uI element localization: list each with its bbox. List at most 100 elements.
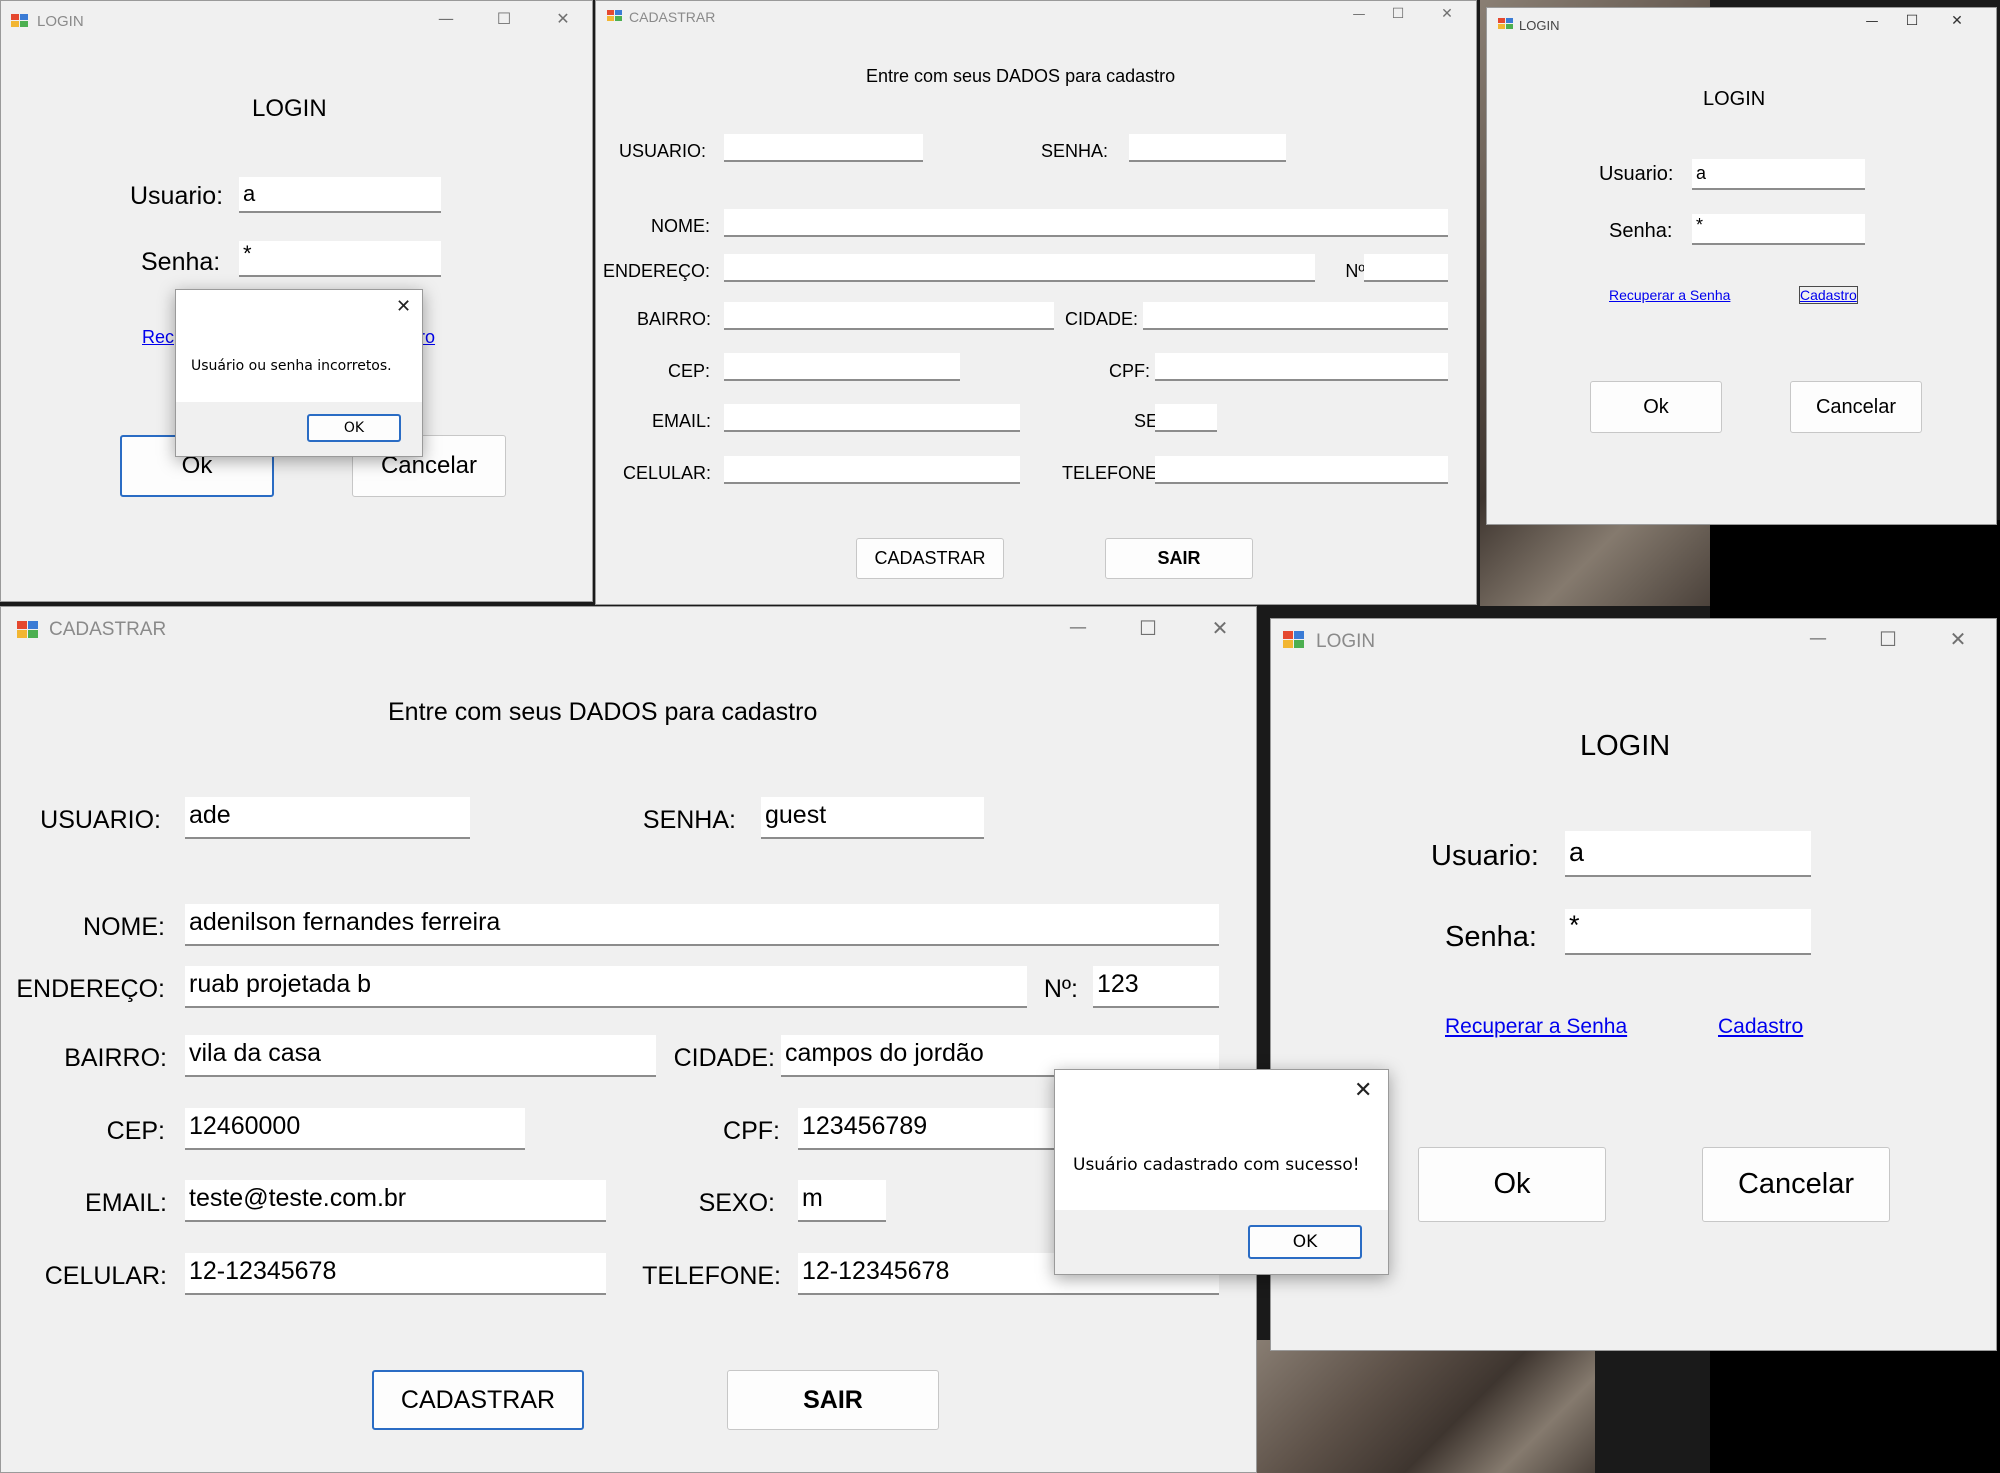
bairro-field[interactable]	[724, 302, 1054, 330]
cep-field[interactable]: 12460000	[185, 1108, 525, 1150]
celular-field[interactable]: 12-12345678	[185, 1253, 606, 1295]
close-icon[interactable]: ✕	[1203, 616, 1237, 640]
usuario-label: Usuario:	[1431, 840, 1539, 872]
ok-button[interactable]: Ok	[1418, 1147, 1606, 1222]
nome-label: NOME:	[650, 216, 710, 236]
cadastrar-button[interactable]: CADASTRAR	[372, 1370, 584, 1430]
telefone-label: TELEFONE:	[1061, 463, 1162, 483]
close-icon[interactable]: ✕	[1941, 627, 1975, 651]
recuperar-senha-link[interactable]: Rec	[142, 327, 174, 348]
window-title: LOGIN	[37, 13, 84, 30]
email-field[interactable]: teste@teste.com.br	[185, 1180, 606, 1222]
endereco-field[interactable]: ruab projetada b	[185, 966, 1027, 1008]
minimize-icon[interactable]: —	[1801, 628, 1835, 649]
window-title: CADASTRAR	[629, 9, 716, 25]
cidade-field[interactable]	[1143, 302, 1448, 330]
cadastro-link[interactable]: Cadastro	[1799, 286, 1858, 304]
maximize-icon[interactable]: ☐	[1385, 6, 1411, 22]
close-icon[interactable]: ✕	[1944, 13, 1970, 29]
dialog-message: Usuário cadastrado com sucesso!	[1073, 1155, 1360, 1175]
telefone-field[interactable]	[1155, 456, 1448, 484]
nome-label: NOME:	[83, 913, 165, 941]
sair-button[interactable]: SAIR	[727, 1370, 939, 1430]
usuario-field[interactable]	[724, 134, 923, 162]
windows-forms-app-icon	[1498, 18, 1514, 31]
desktop-background-lower	[1250, 1340, 1595, 1473]
nome-field[interactable]	[724, 209, 1448, 237]
senha-field[interactable]	[1129, 134, 1286, 162]
numero-field[interactable]: 123	[1093, 966, 1219, 1008]
cancel-button[interactable]: Cancelar	[1790, 381, 1922, 433]
window-title: LOGIN	[1519, 18, 1560, 33]
windows-forms-app-icon	[17, 621, 39, 639]
dialog-message: Usuário ou senha incorretos.	[191, 358, 392, 374]
senha-field[interactable]: guest	[761, 797, 984, 839]
cadastrar-button[interactable]: CADASTRAR	[856, 538, 1004, 579]
email-field[interactable]	[724, 404, 1020, 432]
usuario-label: Usuario:	[1599, 163, 1674, 185]
minimize-icon[interactable]: —	[1859, 14, 1885, 29]
endereco-label: ENDEREÇO:	[602, 261, 710, 281]
maximize-icon[interactable]: ☐	[1131, 616, 1165, 640]
sexo-field[interactable]	[1155, 404, 1217, 432]
recuperar-senha-link[interactable]: Recuperar a Senha	[1445, 1015, 1627, 1039]
page-title: LOGIN	[252, 95, 327, 122]
cancel-button[interactable]: Cancelar	[1702, 1147, 1890, 1222]
senha-label: SENHA:	[1040, 141, 1108, 161]
usuario-label: USUARIO:	[40, 806, 161, 834]
numero-field[interactable]	[1364, 254, 1448, 282]
senha-label: SENHA:	[642, 806, 736, 834]
email-label: EMAIL:	[651, 411, 711, 431]
senha-label: Senha:	[141, 248, 221, 276]
maximize-icon[interactable]: ☐	[489, 9, 519, 28]
cpf-label: CPF:	[723, 1117, 780, 1145]
sair-button[interactable]: SAIR	[1105, 538, 1253, 579]
maximize-icon[interactable]: ☐	[1899, 13, 1925, 29]
sexo-label: SEXO:	[698, 1189, 775, 1217]
telefone-label: TELEFONE:	[642, 1262, 781, 1290]
windows-forms-app-icon	[11, 14, 29, 28]
title-bar: LOGIN — ☐ ✕	[1271, 619, 1996, 663]
success-message-dialog: ✕ Usuário cadastrado com sucesso! OK	[1054, 1069, 1389, 1275]
usuario-field[interactable]: a	[1565, 831, 1811, 877]
title-bar: LOGIN — ☐ ✕	[1487, 8, 1996, 42]
endereco-field[interactable]	[724, 254, 1315, 282]
celular-label: CELULAR:	[44, 1262, 167, 1290]
bairro-field[interactable]: vila da casa	[185, 1035, 656, 1077]
senha-label: Senha:	[1445, 921, 1537, 953]
title-bar: CADASTRAR — ☐ ✕	[1, 607, 1256, 653]
dialog-ok-button[interactable]: OK	[307, 414, 401, 442]
minimize-icon[interactable]: —	[431, 9, 461, 28]
dialog-footer: OK	[1055, 1210, 1388, 1274]
page-title: LOGIN	[1703, 88, 1766, 110]
cadastro-link[interactable]: Cadastro	[1718, 1015, 1803, 1039]
minimize-icon[interactable]: —	[1346, 7, 1372, 22]
senha-field[interactable]: *	[1692, 214, 1865, 245]
close-icon[interactable]: ✕	[548, 9, 578, 28]
celular-field[interactable]	[724, 456, 1020, 484]
title-bar: CADASTRAR — ☐ ✕	[596, 1, 1476, 33]
minimize-icon[interactable]: —	[1061, 617, 1095, 638]
form-heading: Entre com seus DADOS para cadastro	[388, 698, 818, 726]
usuario-field[interactable]: a	[239, 177, 441, 213]
ok-button[interactable]: Ok	[1590, 381, 1722, 433]
sexo-field[interactable]: m	[798, 1180, 886, 1222]
cep-field[interactable]	[724, 353, 960, 381]
bairro-label: BAIRRO:	[636, 309, 711, 329]
nome-field[interactable]: adenilson fernandes ferreira	[185, 904, 1219, 946]
close-icon[interactable]: ✕	[1354, 1078, 1372, 1103]
close-icon[interactable]: ✕	[396, 296, 411, 317]
usuario-label: USUARIO:	[618, 141, 706, 161]
cadastrar-window-2: CADASTRAR — ☐ ✕ Entre com seus DADOS par…	[0, 606, 1257, 1473]
numero-label: Nº:	[1345, 261, 1370, 281]
cidade-label: CIDADE:	[673, 1044, 775, 1072]
senha-field[interactable]: *	[1565, 909, 1811, 955]
close-icon[interactable]: ✕	[1434, 6, 1460, 22]
dialog-ok-button[interactable]: OK	[1248, 1225, 1362, 1259]
usuario-field[interactable]: ade	[185, 797, 470, 839]
cpf-field[interactable]	[1155, 353, 1448, 381]
usuario-field[interactable]: a	[1692, 159, 1865, 190]
senha-field[interactable]: *	[239, 241, 441, 277]
maximize-icon[interactable]: ☐	[1871, 627, 1905, 651]
recuperar-senha-link[interactable]: Recuperar a Senha	[1609, 287, 1730, 303]
